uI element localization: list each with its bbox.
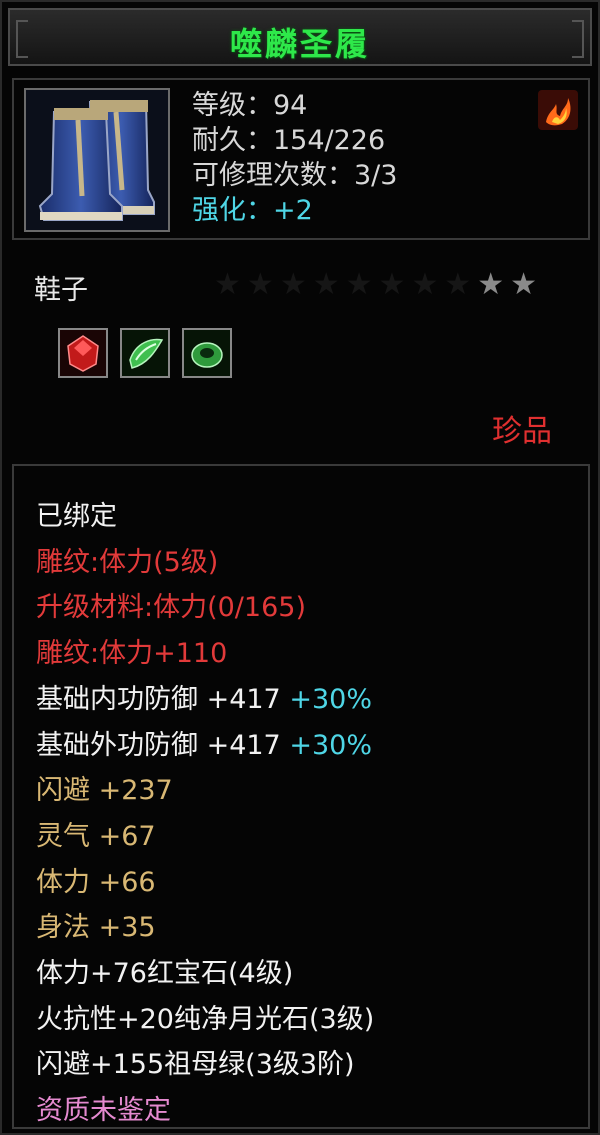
green-jade-icon xyxy=(182,328,232,378)
inner-defense: 基础内功防御 +417 +30% xyxy=(36,677,374,723)
outer-defense-value: 基础外功防御 +417 xyxy=(36,729,281,761)
boots-icon xyxy=(24,88,170,232)
dodge-stat: 闪避 +237 xyxy=(36,775,173,807)
outer-defense-bonus: +30% xyxy=(289,729,372,761)
star-rating: ★ ★ ★ ★ ★ ★ ★ ★ ★ ★ xyxy=(214,268,537,302)
rarity-label: 珍品 xyxy=(492,414,552,449)
star-filled-icon: ★ xyxy=(477,267,505,302)
item-info-box: 等级：94 耐久：154/226 可修理次数：3/3 强化：+2 xyxy=(12,78,590,240)
green-moonstone-icon xyxy=(120,328,170,378)
gem-sockets xyxy=(58,328,232,378)
engrave-level: 雕纹:体力(5级) xyxy=(36,546,219,578)
bound-status: 已绑定 xyxy=(36,501,117,532)
stamina-stat: 体力 +66 xyxy=(36,866,156,898)
spirit-stat: 灵气 +67 xyxy=(36,820,156,852)
star-empty-icon: ★ xyxy=(214,267,241,302)
agility-stat: 身法 +35 xyxy=(36,912,156,944)
item-details-box: 已绑定 雕纹:体力(5级) 升级材料:体力(0/165) 雕纹:体力+110 基… xyxy=(12,464,590,1129)
engrave-bonus: 雕纹:体力+110 xyxy=(36,638,228,670)
item-stats: 等级：94 耐久：154/226 可修理次数：3/3 强化：+2 xyxy=(192,88,397,228)
slot-type: 鞋子 xyxy=(34,275,88,306)
title-bar: 噬麟圣履 xyxy=(8,8,592,66)
inner-defense-bonus: +30% xyxy=(289,683,372,715)
durability-text: 耐久：154/226 xyxy=(192,125,386,156)
red-gem-icon xyxy=(58,328,108,378)
star-filled-icon: ★ xyxy=(510,267,538,302)
quality-status: 资质未鉴定 xyxy=(36,1095,171,1127)
outer-defense: 基础外功防御 +417 +30% xyxy=(36,723,374,769)
upgrade-material: 升级材料:体力(0/165) xyxy=(36,592,306,624)
star-empty-icon: ★ xyxy=(345,267,373,302)
star-empty-icon: ★ xyxy=(312,267,340,302)
star-empty-icon: ★ xyxy=(246,267,274,302)
enhance-text: 强化：+2 xyxy=(192,195,313,226)
star-empty-icon: ★ xyxy=(279,267,307,302)
item-tooltip: 噬麟圣履 等级：94 耐久：154/226 可修理次数：3/3 强化：+2 鞋子… xyxy=(0,0,600,1135)
star-empty-icon: ★ xyxy=(378,267,406,302)
gem-bonus-ruby: 体力+76红宝石(4级) xyxy=(36,958,294,990)
gem-bonus-moonstone: 火抗性+20纯净月光石(3级) xyxy=(36,1003,375,1035)
star-empty-icon: ★ xyxy=(444,267,472,302)
repair-count-text: 可修理次数：3/3 xyxy=(192,160,398,191)
gem-bonus-emerald: 闪避+155祖母绿(3级3阶) xyxy=(36,1049,355,1081)
inner-defense-value: 基础内功防御 +417 xyxy=(36,683,281,715)
fire-icon xyxy=(538,90,578,130)
level-text: 等级：94 xyxy=(192,90,308,121)
star-empty-icon: ★ xyxy=(411,267,439,302)
item-name: 噬麟圣履 xyxy=(229,25,370,63)
